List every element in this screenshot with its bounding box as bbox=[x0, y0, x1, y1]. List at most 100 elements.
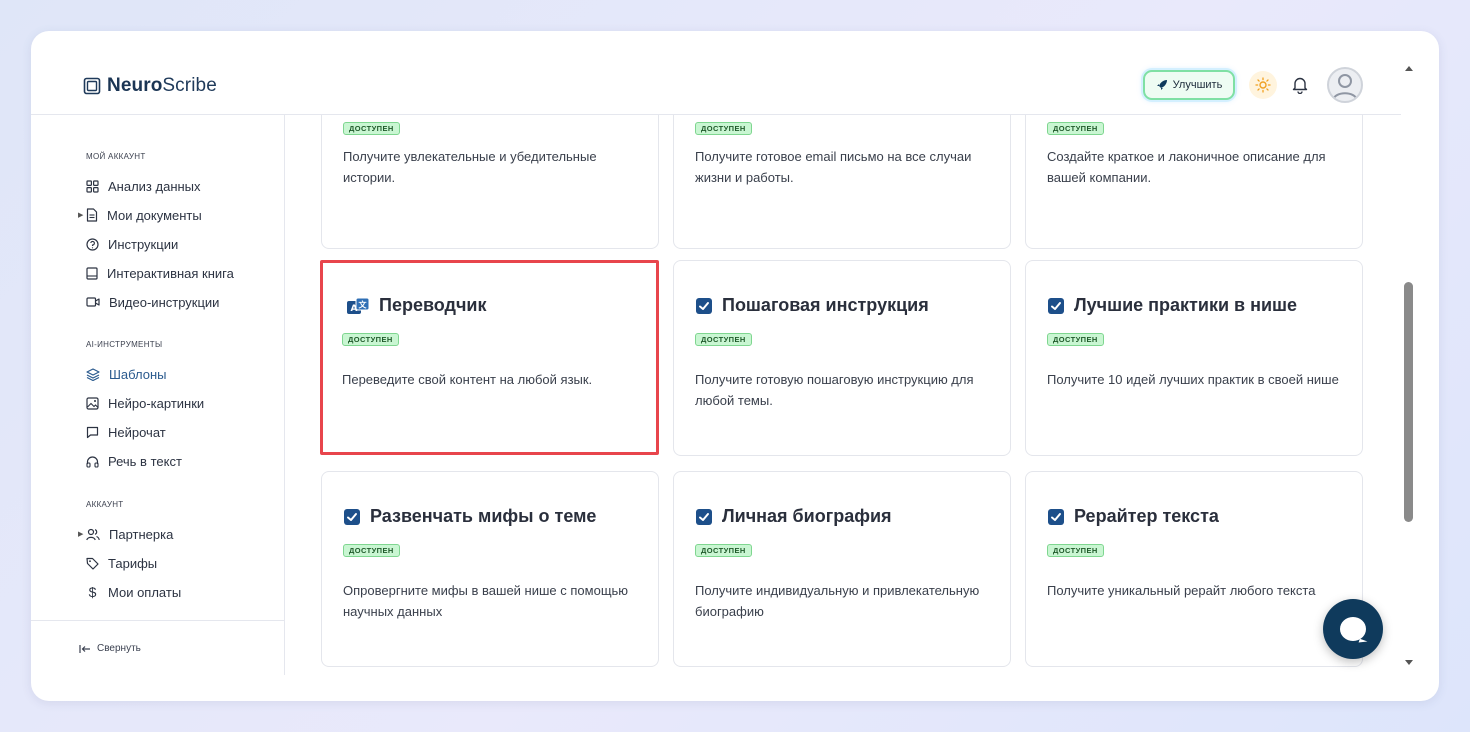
checkbox-icon bbox=[1048, 508, 1064, 525]
template-card-company-description[interactable]: ДОСТУПЕН Создайте краткое и лаконичное о… bbox=[1025, 115, 1363, 249]
help-circle-icon bbox=[86, 237, 99, 251]
user-avatar-icon bbox=[1332, 74, 1358, 101]
status-badge: ДОСТУПЕН bbox=[1047, 333, 1104, 346]
sidebar-item-data-analysis[interactable]: Анализ данных bbox=[86, 175, 201, 197]
dollar-icon: $ bbox=[88, 584, 97, 600]
status-badge: ДОСТУПЕН bbox=[695, 122, 752, 135]
collapse-arrow-icon bbox=[79, 644, 90, 653]
video-icon bbox=[86, 297, 100, 307]
collapse-sidebar-label: Свернуть bbox=[97, 643, 141, 654]
document-icon bbox=[86, 208, 98, 222]
card-title: Переводчик bbox=[379, 295, 487, 315]
card-title: Пошаговая инструкция bbox=[722, 295, 929, 315]
sidebar-item-video-instructions[interactable]: Видео-инструкции bbox=[86, 291, 219, 313]
checkbox-icon bbox=[696, 297, 712, 314]
theme-toggle-button[interactable] bbox=[1249, 71, 1277, 99]
template-card-translator[interactable]: A 文 Переводчик ДОСТУПЕН Переведите свой … bbox=[320, 260, 659, 455]
card-description: Опровергните мифы в вашей нише с помощью… bbox=[343, 583, 629, 619]
checkbox-icon bbox=[696, 508, 712, 525]
sidebar-item-label: Речь в текст bbox=[108, 453, 182, 469]
sidebar-item-partners[interactable]: ▶ Партнерка bbox=[78, 523, 174, 545]
status-badge: ДОСТУПЕН bbox=[1047, 122, 1104, 135]
chat-bubble-icon bbox=[1340, 617, 1366, 641]
sidebar: МОЙ АККАУНТ Анализ данных ▶ Мои документ… bbox=[31, 115, 285, 675]
upgrade-button-label: Улучшить bbox=[1172, 79, 1223, 91]
avatar[interactable] bbox=[1327, 67, 1363, 103]
grid-icon bbox=[86, 179, 99, 193]
caret-right-icon: ▶ bbox=[78, 212, 84, 219]
status-badge: ДОСТУПЕН bbox=[343, 544, 400, 557]
logo-icon bbox=[83, 77, 101, 95]
template-card-biography[interactable]: Личная биография ДОСТУПЕН Получите индив… bbox=[673, 471, 1011, 667]
card-title: Рерайтер текста bbox=[1074, 506, 1219, 526]
notifications-button[interactable] bbox=[1289, 73, 1311, 97]
card-description: Переведите свой контент на любой язык. bbox=[342, 372, 593, 387]
card-title: Личная биография bbox=[722, 506, 892, 526]
card-description: Получите готовую пошаговую инструкцию дл… bbox=[695, 372, 974, 408]
sidebar-item-neuro-images[interactable]: Нейро-картинки bbox=[86, 392, 204, 414]
checkbox-icon bbox=[344, 508, 360, 525]
checkbox-icon bbox=[1048, 297, 1064, 314]
sidebar-item-label: Мои оплаты bbox=[108, 584, 182, 600]
layers-icon bbox=[86, 367, 100, 381]
app-window: NeuroScribe Улучшить МОЙ АККАУНТ Анализ … bbox=[31, 31, 1439, 701]
sidebar-item-tariffs[interactable]: Тарифы bbox=[86, 552, 157, 574]
translate-icon: A 文 bbox=[347, 297, 370, 314]
sidebar-item-my-payments[interactable]: $ Мои оплаты bbox=[86, 581, 182, 603]
template-card-best-practices[interactable]: Лучшие практики в нише ДОСТУПЕН Получите… bbox=[1025, 260, 1363, 456]
template-card-debunk-myths[interactable]: Развенчать мифы о теме ДОСТУПЕН Опроверг… bbox=[321, 471, 659, 667]
sidebar-item-instructions[interactable]: Инструкции bbox=[86, 233, 178, 255]
bell-icon bbox=[1292, 77, 1308, 94]
upgrade-button[interactable]: Улучшить bbox=[1143, 70, 1235, 100]
sidebar-item-label: Шаблоны bbox=[109, 366, 167, 382]
sidebar-item-label: Нейро-картинки bbox=[108, 395, 205, 411]
logo[interactable]: NeuroScribe bbox=[83, 75, 217, 97]
template-card-stories[interactable]: ДОСТУПЕН Получите увлекательные и убедит… bbox=[321, 115, 659, 249]
logo-text-bold: Neuro bbox=[107, 75, 163, 96]
card-title: Развенчать мифы о теме bbox=[370, 506, 597, 526]
users-icon bbox=[86, 528, 100, 540]
sidebar-item-label: Мои документы bbox=[107, 207, 202, 223]
card-description: Получите готовое email письмо на все слу… bbox=[695, 149, 972, 185]
sidebar-collapse-area: Свернуть bbox=[31, 620, 285, 675]
template-card-email[interactable]: ДОСТУПЕН Получите готовое email письмо н… bbox=[673, 115, 1011, 249]
card-description: Получите 10 идей лучших практик в своей … bbox=[1047, 372, 1339, 387]
sidebar-item-my-documents[interactable]: ▶ Мои документы bbox=[78, 204, 202, 226]
scroll-up-arrow-icon[interactable] bbox=[1405, 66, 1413, 71]
sidebar-item-label: Партнерка bbox=[109, 526, 174, 542]
top-header: NeuroScribe Улучшить bbox=[31, 31, 1401, 115]
logo-text-rest: Scribe bbox=[162, 75, 217, 96]
card-description: Получите увлекательные и убедительные ис… bbox=[343, 149, 597, 185]
support-chat-button[interactable] bbox=[1323, 599, 1383, 659]
sidebar-item-speech-to-text[interactable]: Речь в текст bbox=[86, 450, 182, 472]
sidebar-section-account: МОЙ АККАУНТ bbox=[86, 152, 146, 161]
card-title: Лучшие практики в нише bbox=[1074, 295, 1298, 315]
status-badge: ДОСТУПЕН bbox=[695, 544, 752, 557]
sidebar-item-label: Интерактивная книга bbox=[107, 265, 234, 281]
status-badge: ДОСТУПЕН bbox=[1047, 544, 1104, 557]
sidebar-item-label: Тарифы bbox=[108, 555, 158, 571]
chat-icon bbox=[86, 426, 99, 438]
status-badge: ДОСТУПЕН bbox=[695, 333, 752, 346]
sidebar-item-interactive-book[interactable]: Интерактивная книга bbox=[86, 262, 234, 284]
status-badge: ДОСТУПЕН bbox=[342, 333, 399, 346]
sidebar-item-label: Анализ данных bbox=[108, 178, 201, 194]
sidebar-section-ai-tools: AI-ИНСТРУМЕНТЫ bbox=[86, 340, 163, 349]
scrollbar-thumb[interactable] bbox=[1404, 282, 1413, 522]
sidebar-item-templates[interactable]: Шаблоны bbox=[86, 363, 167, 385]
sun-icon bbox=[1255, 77, 1271, 93]
card-description: Создайте краткое и лаконичное описание д… bbox=[1047, 149, 1326, 185]
scroll-down-arrow-icon[interactable] bbox=[1405, 660, 1413, 665]
rocket-icon bbox=[1156, 80, 1167, 90]
template-card-rewriter[interactable]: Рерайтер текста ДОСТУПЕН Получите уникал… bbox=[1025, 471, 1363, 667]
sidebar-item-label: Инструкции bbox=[108, 236, 179, 252]
sidebar-item-label: Видео-инструкции bbox=[109, 294, 220, 310]
tag-icon bbox=[86, 557, 99, 570]
templates-grid: ДОСТУПЕН Получите увлекательные и убедит… bbox=[285, 115, 1401, 675]
card-description: Получите уникальный рерайт любого текста bbox=[1047, 583, 1316, 598]
status-badge: ДОСТУПЕН bbox=[343, 122, 400, 135]
sidebar-item-neurochat[interactable]: Нейрочат bbox=[86, 421, 166, 443]
template-card-step-by-step[interactable]: Пошаговая инструкция ДОСТУПЕН Получите г… bbox=[673, 260, 1011, 456]
caret-right-icon: ▶ bbox=[78, 531, 84, 538]
collapse-sidebar-button[interactable]: Свернуть bbox=[79, 643, 141, 654]
